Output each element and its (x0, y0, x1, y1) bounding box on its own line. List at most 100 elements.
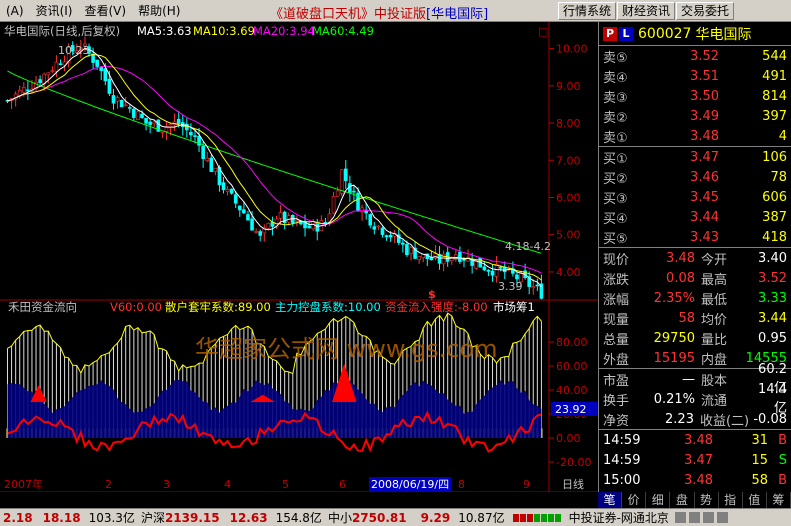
candle-body (119, 99, 124, 108)
tab-7[interactable]: 筹 (766, 492, 791, 508)
ma60-label: MA60:4.49 (312, 24, 374, 38)
candle-body (498, 266, 503, 269)
market-breadth-icon (512, 513, 561, 522)
indicator-main: 主力控盘系数:10.00 (275, 300, 381, 314)
stat-value: 3.40 (758, 250, 787, 266)
p-icon[interactable]: P (603, 26, 617, 41)
candle-body (295, 219, 299, 222)
candle-body (221, 182, 226, 191)
status-zx-label[interactable]: 中小 (328, 509, 352, 526)
tab-3[interactable]: 盘 (670, 492, 695, 508)
candle-body (331, 196, 336, 214)
candle-body (107, 78, 112, 94)
order-price: 3.48 (690, 128, 719, 144)
candle-body (409, 247, 413, 254)
candle-body (99, 66, 104, 72)
stat-row: 涨幅 2.35% 最低 3.33 (599, 288, 791, 308)
finance-news-button[interactable]: 财经资讯 (617, 2, 676, 20)
financial-row: 换手 0.21% 流通 14.4亿 (599, 382, 791, 416)
status-bar: 2.18 18.18 103.3亿 沪深 2139.15 12.63 154.8… (0, 508, 791, 526)
menu-item-view[interactable]: 查看(V) (78, 2, 132, 19)
tab-0[interactable]: 笔 (598, 492, 623, 508)
stat-value: 0.95 (758, 330, 787, 346)
candle-body (148, 121, 152, 125)
candle-body (50, 70, 55, 72)
order-price: 3.51 (690, 68, 719, 84)
stock-name: 华电国际 (695, 26, 752, 43)
candle-body (213, 167, 218, 172)
order-price: 3.44 (690, 209, 719, 225)
candle-body (58, 63, 63, 66)
market-system-button[interactable]: 行情系统 (558, 2, 617, 20)
candle-body (458, 251, 462, 262)
order-label: 买③ (603, 191, 628, 207)
tick-row: 14:59 3.48 31 B (599, 430, 791, 450)
order-volume: 106 (762, 149, 787, 165)
candle-body (535, 284, 540, 287)
tab-5[interactable]: 指 (718, 492, 743, 508)
menu-item-info[interactable]: 资讯(I) (30, 2, 79, 19)
price-tick-label: 6.00 (556, 192, 581, 205)
candle-body (360, 207, 364, 213)
tick-price: 3.47 (684, 452, 713, 468)
sell-order-row: 卖④ 3.51 491 (599, 66, 791, 86)
indicator-v60: V60:0.00 (110, 300, 162, 314)
indicator-value: 23.92 (555, 403, 587, 416)
fin-value: 2.23 (665, 411, 694, 427)
candle-body (152, 121, 157, 125)
candle-body (95, 59, 99, 67)
candle-body (246, 214, 250, 221)
candle-body (193, 135, 197, 137)
candle-body (38, 79, 42, 83)
stat-row: 涨跌 0.08 最高 3.52 (599, 268, 791, 288)
order-label: 卖③ (603, 90, 628, 106)
l-icon[interactable]: L (619, 26, 633, 41)
tab-1[interactable]: 价 (622, 492, 647, 508)
indicator-tick-label: 80.00 (556, 336, 588, 349)
menu-item-help[interactable]: 帮助(H) (132, 2, 186, 19)
period-label: 日线 (562, 477, 584, 491)
candle-body (368, 214, 373, 226)
status-zx-value: 2750.81 (351, 510, 407, 525)
tab-6[interactable]: 值 (742, 492, 767, 508)
bottom-bar: 笔价细盘势指值筹 2.18 18.18 103.3亿 沪深 2139.15 12… (0, 492, 791, 526)
tab-4[interactable]: 势 (694, 492, 719, 508)
tick-price: 3.48 (684, 472, 713, 488)
date-year-label: 2007年 (4, 477, 43, 491)
quote-panel: P L 600027 华电国际 卖⑤ 3.52 544 卖④ 3.51 491 卖③ 3.50… (598, 22, 791, 492)
order-label: 买④ (603, 211, 628, 227)
app-title-main: 《道破盘口天机》中投证版 (270, 7, 427, 22)
status-sh-amount: 154.8亿 (275, 511, 322, 525)
status-sh-label[interactable]: 沪深 (141, 509, 165, 526)
financial-stats: 市盈 — 股本 60.2亿 换手 0.21% 流通 14.4亿 净资 2.23 收益(二) -0.08 (599, 362, 791, 429)
window-marker[interactable]: □ (538, 25, 548, 38)
tick-time: 14:59 (603, 432, 641, 448)
indicator-title: 禾田资金流向 (8, 300, 77, 314)
stat-row: 现量 58 均价 3.44 (599, 308, 791, 328)
chart-area[interactable]: 10.00 9.00 8.00 7.00 6.00 5.00 4.00 华电国际(日线,后复… (0, 22, 598, 492)
stat-value: 3.52 (758, 270, 787, 286)
date-month-label: 3 (163, 478, 170, 491)
candle-body (266, 223, 271, 229)
tab-2[interactable]: 细 (646, 492, 671, 508)
order-label: 买⑤ (603, 231, 628, 247)
status-a2: 103.3亿 (88, 511, 135, 525)
stat-label: 量比 (701, 332, 728, 348)
candle-body (515, 274, 519, 280)
order-label: 卖② (603, 110, 628, 126)
sell-orders: 卖⑤ 3.52 544 卖④ 3.51 491 卖③ 3.50 814 卖② 3.49 397 卖① 3.… (599, 46, 791, 146)
stat-label: 涨幅 (603, 292, 630, 308)
trade-order-button[interactable]: 交易委托 (676, 2, 735, 20)
order-label: 卖⑤ (603, 50, 628, 66)
candle-body (278, 212, 283, 219)
order-volume: 387 (762, 209, 787, 225)
candle-body (176, 118, 181, 124)
buy-order-row: 买⑤ 3.43 418 (599, 227, 791, 247)
range-annotation: 4.18-4.2 (505, 240, 551, 253)
menu-item-a[interactable]: (A) (0, 4, 30, 18)
candle-body (307, 225, 311, 229)
tick-price: 3.48 (684, 432, 713, 448)
stock-code: 600027 (638, 25, 692, 42)
cursor-date-label: 2008/06/19/四 (371, 478, 449, 491)
stat-value: 29750 (653, 330, 695, 346)
